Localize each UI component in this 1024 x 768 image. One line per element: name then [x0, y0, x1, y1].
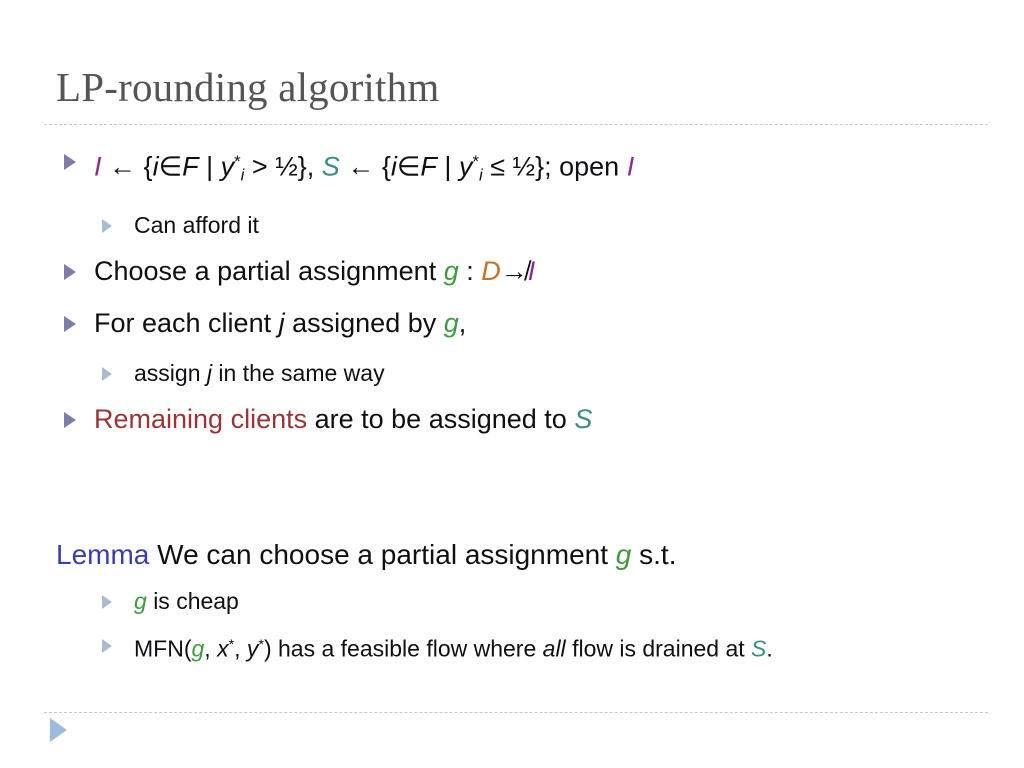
symbol-arrow-2: ← — [347, 151, 375, 182]
bullet-triangle-icon — [64, 154, 76, 170]
symbol-assignment-g: g — [443, 255, 459, 286]
list-item: assign j in the same way — [56, 357, 1006, 390]
symbol-less-or-equal: ≤ — [490, 151, 506, 182]
symbol-set-I: I — [94, 151, 102, 182]
list-item: MFN(g, x*, y*) has a feasible flow where… — [56, 629, 1006, 665]
symbol-colon: : — [466, 255, 474, 286]
list-item-label: For each client — [94, 307, 272, 338]
list-item: g is cheap — [56, 585, 1006, 618]
open-keyword: open — [559, 151, 620, 182]
bullet-triangle-icon — [102, 595, 112, 609]
list-item-label-tail: flow is drained at — [572, 635, 745, 662]
bullet-triangle-icon — [64, 411, 76, 428]
symbol-one-half: ½ — [275, 151, 298, 182]
title-divider — [44, 124, 988, 125]
slide-canvas: LP-rounding algorithm I ← {i∈F | y*i > ½… — [0, 0, 1024, 768]
symbol-set-S: S — [574, 403, 593, 434]
list-item-label-mid: assigned by — [292, 307, 437, 338]
symbol-brace-close: }, — [297, 151, 315, 182]
symbol-brace-open-2: { — [381, 151, 391, 182]
symbol-partial-function-arrow: ↛ — [500, 255, 528, 286]
symbol-y: y — [220, 151, 235, 182]
list-item-label-tail: in the same way — [218, 359, 385, 386]
list-item: For each client j assigned by g, — [56, 305, 1006, 342]
symbol-set-S: S — [751, 635, 767, 662]
body-content: I ← {i∈F | y*i > ½}, S ← {i∈F | y*i ≤ ½}… — [56, 143, 1006, 453]
symbol-member-of-2: ∈ — [396, 151, 421, 182]
bullet-triangle-icon — [102, 639, 112, 653]
symbol-set-S: S — [321, 151, 340, 182]
list-item-label-mid: has a feasible flow where — [278, 635, 537, 662]
title-area: LP-rounding algorithm — [56, 62, 986, 112]
remaining-clients-label: Remaining clients — [94, 403, 308, 434]
symbol-comma: , — [458, 307, 467, 338]
symbol-set-F: F — [182, 151, 199, 182]
list-item: I ← {i∈F | y*i > ½}, S ← {i∈F | y*i ≤ ½}… — [56, 143, 1006, 194]
symbol-assignment-g: g — [443, 307, 459, 338]
symbol-paren-close: ) — [263, 635, 272, 662]
symbol-member-of: ∈ — [158, 151, 183, 182]
symbol-assignment-g: g — [615, 539, 632, 570]
symbol-set-I: I — [527, 255, 536, 286]
symbol-y: y — [246, 635, 259, 662]
symbol-brace-open: { — [143, 151, 153, 182]
symbol-set-F-2: F — [420, 151, 437, 182]
list-item: Remaining clients are to be assigned to … — [56, 401, 1006, 438]
list-item: Can afford it — [56, 209, 1006, 242]
list-item-label: Can afford it — [134, 211, 259, 238]
symbol-greater-than: > — [251, 151, 268, 182]
mfn-open: MFN( — [134, 635, 192, 662]
lemma-label: Lemma — [56, 539, 150, 570]
lemma-statement-tail: s.t. — [639, 539, 677, 570]
bullet-triangle-icon — [102, 218, 112, 233]
page-title: LP-rounding algorithm — [56, 64, 440, 110]
bullet-triangle-icon — [64, 315, 76, 332]
bullet-triangle-icon — [64, 263, 76, 280]
list-item-label-mid: are to be assigned to — [314, 403, 567, 434]
footer-divider — [44, 712, 988, 713]
list-item: Choose a partial assignment g : D↛I — [56, 253, 1006, 290]
symbol-set-D: D — [481, 255, 501, 286]
symbol-brace-close-2: }; — [535, 151, 552, 182]
emphasis-all: all — [542, 635, 566, 662]
lemma-statement: Lemma We can choose a partial assignment… — [56, 536, 1006, 574]
symbol-assignment-g: g — [191, 635, 205, 662]
symbol-arrow: ← — [109, 151, 137, 182]
advance-slide-triangle-icon[interactable] — [50, 718, 67, 742]
symbol-x: x — [217, 635, 229, 662]
symbol-period: . — [766, 635, 773, 662]
lemma-block: Lemma We can choose a partial assignment… — [56, 536, 1006, 676]
list-item-label: Choose a partial assignment — [94, 255, 437, 286]
bullet-triangle-icon — [102, 366, 112, 381]
lemma-statement-lead: We can choose a partial assignment — [157, 539, 608, 570]
symbol-one-half-2: ½ — [512, 151, 536, 182]
symbol-assignment-g: g — [134, 588, 147, 614]
list-item-label: is cheap — [153, 588, 239, 614]
symbol-y-2: y — [458, 151, 473, 182]
symbol-set-I-2: I — [626, 151, 635, 182]
list-item-label: assign — [134, 359, 201, 386]
